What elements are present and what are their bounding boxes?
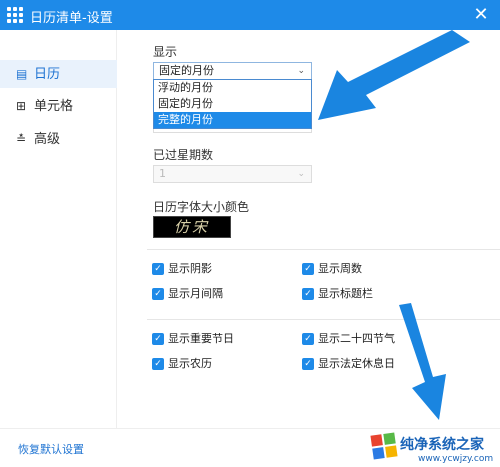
- watermark-url: www.ycwjzy.com: [418, 454, 494, 464]
- annotation-arrow-bottom: [399, 303, 446, 420]
- annotation-arrow-top: [318, 30, 470, 120]
- watermark-logo-icon: [370, 432, 398, 460]
- site-watermark: 纯净系统之家 www.ycwjzy.com: [370, 432, 500, 467]
- watermark-title: 纯净系统之家: [400, 437, 484, 453]
- annotation-arrows: [318, 30, 470, 420]
